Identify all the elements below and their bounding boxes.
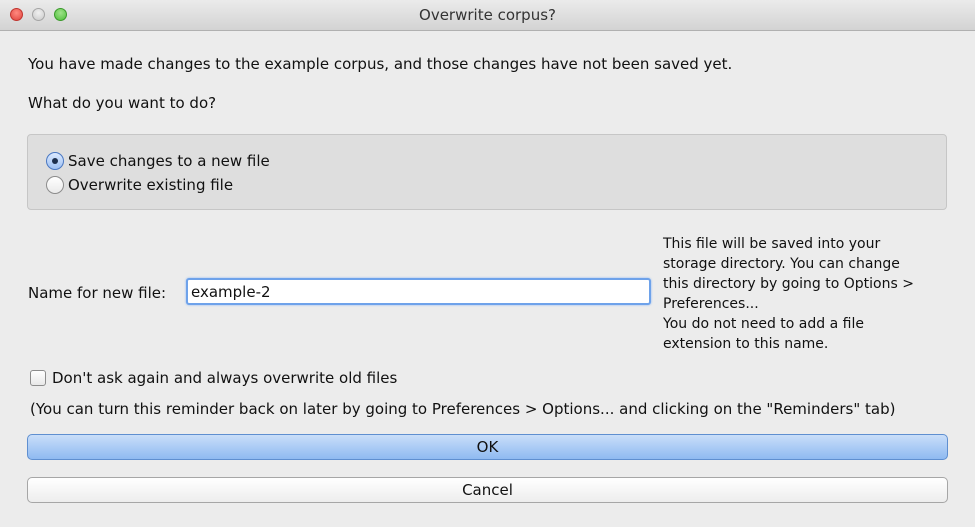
title-bar: Overwrite corpus?: [0, 0, 975, 31]
dont-ask-label: Don't ask again and always overwrite old…: [52, 369, 398, 387]
filename-hint: This file will be saved into your storag…: [663, 234, 963, 354]
option-save-new-label: Save changes to a new file: [68, 152, 270, 170]
hint-line: extension to this name.: [663, 336, 829, 352]
filename-label: Name for new file:: [28, 284, 167, 302]
dont-ask-option[interactable]: Don't ask again and always overwrite old…: [30, 369, 397, 387]
option-overwrite-label: Overwrite existing file: [68, 176, 234, 194]
filename-input[interactable]: [186, 278, 651, 305]
reminder-note: (You can turn this reminder back on late…: [30, 400, 896, 418]
option-overwrite[interactable]: Overwrite existing file: [46, 176, 233, 194]
ok-button[interactable]: OK: [27, 434, 948, 460]
save-options-group: Save changes to a new file Overwrite exi…: [27, 134, 947, 210]
hint-line: Preferences...: [663, 296, 759, 312]
hint-line: this directory by going to Options >: [663, 276, 914, 292]
checkbox-icon[interactable]: [30, 370, 46, 386]
option-save-new[interactable]: Save changes to a new file: [46, 152, 270, 170]
hint-line: You do not need to add a file: [663, 316, 864, 332]
radio-dot-icon: [52, 158, 58, 164]
question-text: What do you want to do?: [28, 94, 217, 112]
radio-selected-icon[interactable]: [46, 152, 64, 170]
radio-unselected-icon[interactable]: [46, 176, 64, 194]
message-text: You have made changes to the example cor…: [28, 55, 733, 73]
hint-line: storage directory. You can change: [663, 256, 900, 272]
hint-line: This file will be saved into your: [663, 236, 881, 252]
cancel-button[interactable]: Cancel: [27, 477, 948, 503]
window-title: Overwrite corpus?: [419, 6, 556, 24]
